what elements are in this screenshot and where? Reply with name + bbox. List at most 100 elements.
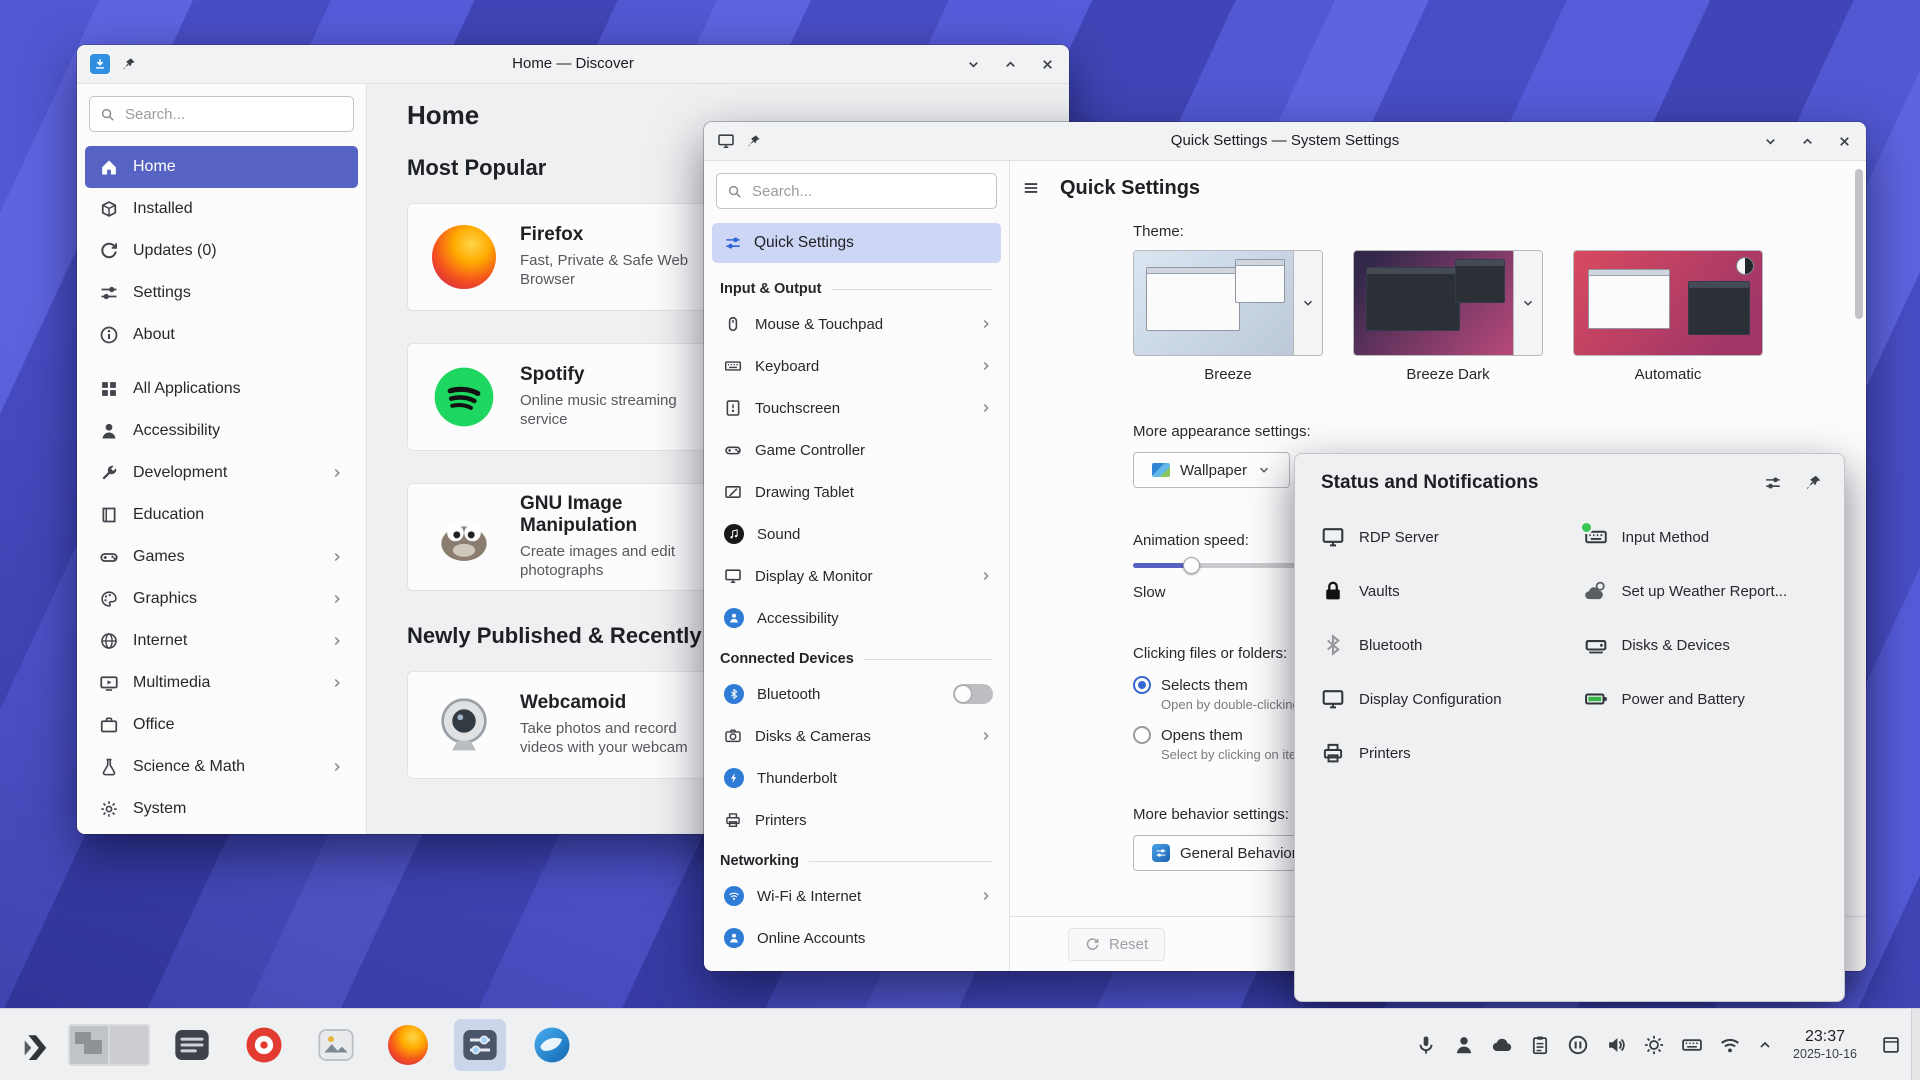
sidebar-item-office[interactable]: Office (85, 704, 358, 746)
task-system-monitor-icon[interactable] (166, 1019, 218, 1071)
sidebar-item-installed[interactable]: Installed (85, 188, 358, 230)
scrollbar[interactable] (1855, 169, 1863, 319)
volume-icon[interactable] (1605, 1034, 1627, 1056)
sidebar-item-settings[interactable]: Settings (85, 272, 358, 314)
tray-item-display-configuration[interactable]: Display Configuration (1307, 672, 1570, 726)
scrollbar-thumb[interactable] (1855, 169, 1863, 319)
microphone-icon[interactable] (1415, 1034, 1437, 1056)
sidebar-item-games[interactable]: Games (85, 536, 358, 578)
expand-tray-chevron-up-icon[interactable] (1757, 1037, 1773, 1053)
theme-name: Breeze (1133, 366, 1323, 383)
theme-card-breeze-dark[interactable]: Breeze Dark (1353, 250, 1543, 383)
tray-item-rdp-server[interactable]: RDP Server (1307, 510, 1570, 564)
sidebar-item-disks-cameras[interactable]: Disks & Cameras (704, 715, 1009, 757)
close-button[interactable] (1837, 134, 1852, 149)
sidebar-item-internet[interactable]: Internet (85, 620, 358, 662)
sidebar-item-all-applications[interactable]: All Applications (85, 368, 358, 410)
sidebar-item-science-math[interactable]: Science & Math (85, 746, 358, 788)
tray-item-vaults[interactable]: Vaults (1307, 564, 1570, 618)
user-icon[interactable] (1453, 1034, 1475, 1056)
tray-item-printers[interactable]: Printers (1307, 726, 1570, 780)
settings-titlebar[interactable]: Quick Settings — System Settings (704, 122, 1866, 161)
tray-item-power-battery[interactable]: Power and Battery (1570, 672, 1833, 726)
chevron-right-icon (979, 729, 993, 743)
task-browser-icon[interactable] (526, 1019, 578, 1071)
discover-titlebar[interactable]: Home — Discover (77, 45, 1069, 84)
sidebar-item-printers[interactable]: Printers (704, 799, 1009, 841)
theme-variant-dropdown[interactable] (1293, 251, 1322, 355)
keyboard-layout-icon[interactable] (1681, 1034, 1703, 1056)
sidebar-item-online-accounts[interactable]: Online Accounts (704, 917, 1009, 959)
virtual-desktop-pager[interactable] (68, 1024, 150, 1066)
task-media-player-icon[interactable] (238, 1019, 290, 1071)
sidebar-item-graphics[interactable]: Graphics (85, 578, 358, 620)
sidebar-item-multimedia[interactable]: Multimedia (85, 662, 358, 704)
pager-desktop-2[interactable] (110, 1026, 148, 1064)
app-description: Fast, Private & Safe Web Browser (520, 251, 715, 290)
reset-button[interactable]: Reset (1068, 928, 1165, 961)
radio-button[interactable] (1133, 676, 1151, 694)
sidebar-item-accessibility[interactable]: Accessibility (704, 597, 1009, 639)
chevron-right-icon (979, 359, 993, 373)
tray-item-input-method[interactable]: Input Method (1570, 510, 1833, 564)
search-input[interactable] (123, 105, 343, 124)
settings-search[interactable] (716, 173, 997, 209)
sidebar-item-game-controller[interactable]: Game Controller (704, 429, 1009, 471)
theme-variant-dropdown[interactable] (1513, 251, 1542, 355)
radio-button[interactable] (1133, 726, 1151, 744)
search-input[interactable] (750, 182, 986, 201)
sidebar-item-drawing-tablet[interactable]: Drawing Tablet (704, 471, 1009, 513)
application-launcher-icon[interactable] (12, 1022, 58, 1068)
sidebar-item-keyboard[interactable]: Keyboard (704, 345, 1009, 387)
minimize-button[interactable] (966, 57, 981, 72)
app-name: Firefox (520, 224, 730, 246)
sidebar-item-bluetooth[interactable]: Bluetooth (704, 673, 1009, 715)
show-desktop-edge-button[interactable] (1911, 1009, 1920, 1080)
sidebar-item-display-monitor[interactable]: Display & Monitor (704, 555, 1009, 597)
brightness-icon[interactable] (1643, 1034, 1665, 1056)
slider-handle[interactable] (1183, 557, 1200, 574)
media-pause-icon[interactable] (1567, 1034, 1589, 1056)
sidebar-item-development[interactable]: Development (85, 452, 358, 494)
wallpaper-button[interactable]: Wallpaper (1133, 452, 1290, 488)
discover-search[interactable] (89, 96, 354, 132)
pin-icon[interactable] (1804, 474, 1822, 492)
maximize-button[interactable] (1800, 134, 1815, 149)
wifi-icon[interactable] (1719, 1034, 1741, 1056)
sidebar-item-thunderbolt[interactable]: Thunderbolt (704, 757, 1009, 799)
configure-icon[interactable] (1764, 474, 1782, 492)
sidebar-item-education[interactable]: Education (85, 494, 358, 536)
sidebar-item-updates[interactable]: Updates (0) (85, 230, 358, 272)
sidebar-item-touchscreen[interactable]: Touchscreen (704, 387, 1009, 429)
clipboard-icon[interactable] (1529, 1034, 1551, 1056)
task-system-settings-icon[interactable] (454, 1019, 506, 1071)
theme-card-automatic[interactable]: Automatic (1573, 250, 1763, 383)
sidebar-item-about[interactable]: About (85, 314, 358, 356)
close-button[interactable] (1040, 57, 1055, 72)
sidebar-item-mouse-touchpad[interactable]: Mouse & Touchpad (704, 303, 1009, 345)
minimize-button[interactable] (1763, 134, 1778, 149)
tray-item-disks-devices[interactable]: Disks & Devices (1570, 618, 1833, 672)
sidebar-item-home[interactable]: Home (85, 146, 358, 188)
maximize-button[interactable] (1003, 57, 1018, 72)
show-desktop-icon[interactable] (1881, 1035, 1901, 1055)
sidebar-item-label: Internet (133, 632, 187, 650)
theme-preview-automatic[interactable] (1574, 251, 1762, 355)
pager-desktop-1[interactable] (70, 1026, 108, 1064)
theme-card-breeze[interactable]: Breeze (1133, 250, 1323, 383)
cloud-icon[interactable] (1491, 1034, 1513, 1056)
task-photos-icon[interactable] (310, 1019, 362, 1071)
sidebar-item-accessibility[interactable]: Accessibility (85, 410, 358, 452)
task-firefox-icon[interactable] (382, 1019, 434, 1071)
sidebar-item-system[interactable]: System (85, 788, 358, 830)
tray-item-bluetooth[interactable]: Bluetooth (1307, 618, 1570, 672)
theme-preview-breeze[interactable] (1134, 251, 1293, 355)
theme-preview-breeze-dark[interactable] (1354, 251, 1513, 355)
tray-item-weather[interactable]: Set up Weather Report... (1570, 564, 1833, 618)
bluetooth-toggle[interactable] (953, 684, 993, 704)
hamburger-menu-icon[interactable] (1018, 175, 1044, 201)
sidebar-item-wifi-internet[interactable]: Wi-Fi & Internet (704, 875, 1009, 917)
sidebar-item-quick-settings[interactable]: Quick Settings (712, 223, 1001, 263)
sidebar-item-sound[interactable]: Sound (704, 513, 1009, 555)
digital-clock[interactable]: 23:37 2025-10-16 (1793, 1027, 1857, 1063)
